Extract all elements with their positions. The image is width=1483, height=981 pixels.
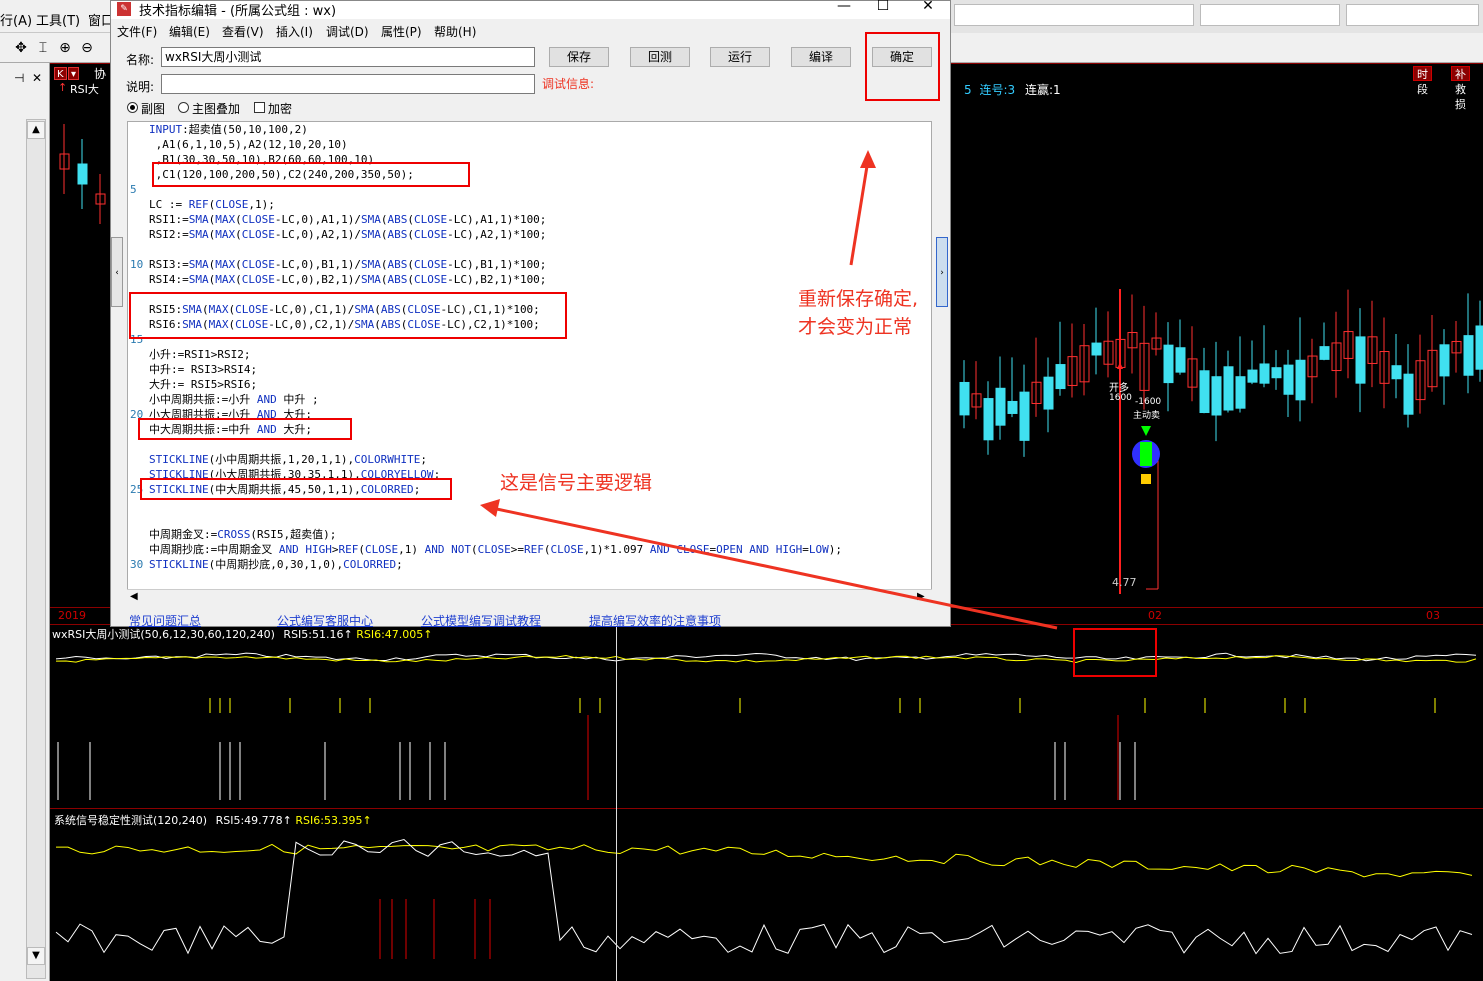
logic-note: 这是信号主要逻辑 <box>500 472 653 494</box>
save-note-line2: 才会变为正常 <box>798 316 913 338</box>
arrow-line <box>849 159 870 266</box>
screen: 行(A) 工具(T) 窗口 ✥ ⌶ ⊕ ⊖ ⊣ ✕ ▲ ▼ K ▾ 协 ↑ RS… <box>0 0 1483 981</box>
arrow-head <box>860 150 876 168</box>
arrow-line <box>491 506 1058 630</box>
annotation-arrows <box>480 150 1058 630</box>
arrow-head <box>480 499 500 517</box>
save-note-line1: 重新保存确定, <box>798 288 919 310</box>
